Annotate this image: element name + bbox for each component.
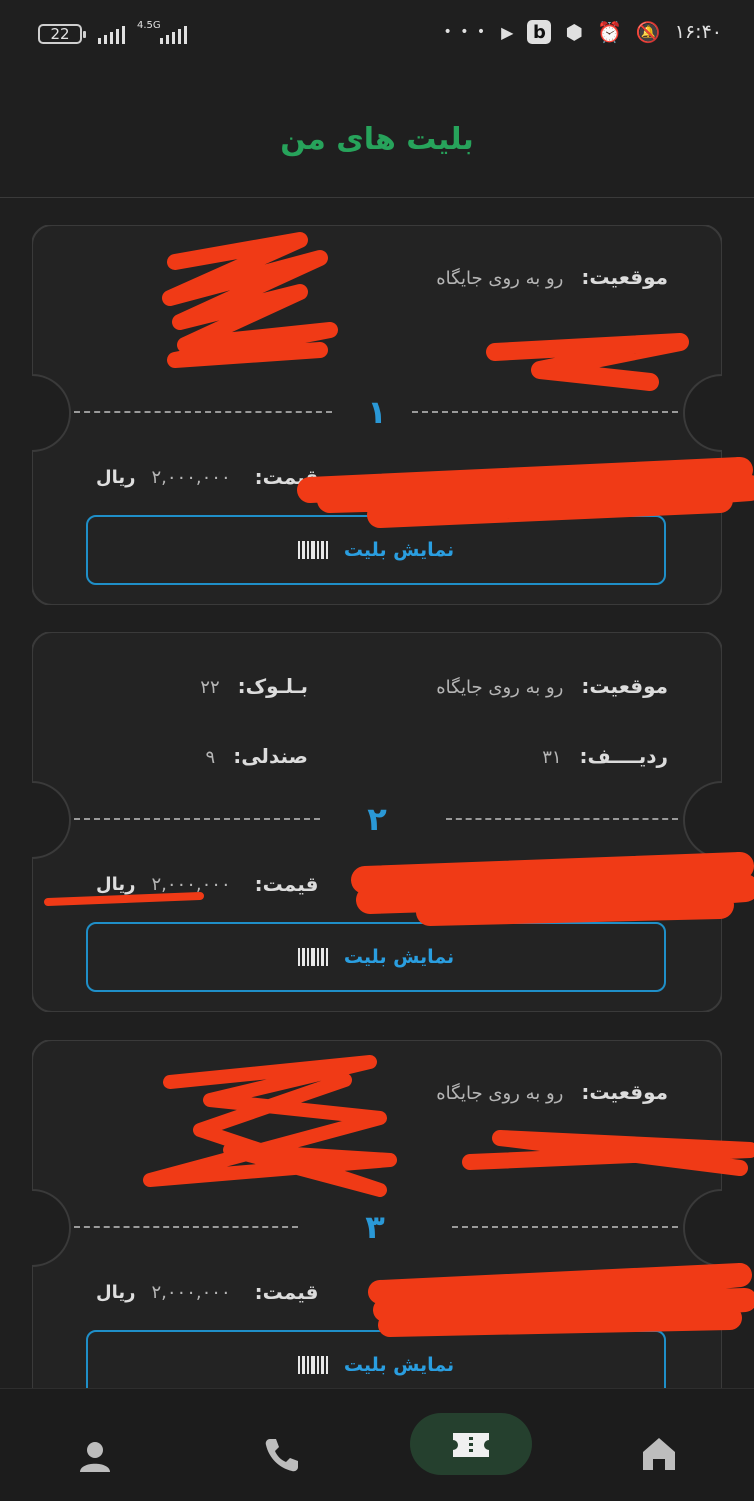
price-row: قیمت: ۲,۰۰۰,۰۰۰ ریال [96, 1280, 318, 1304]
location-row: موقعیت: رو به روی جایگاه [436, 265, 668, 289]
location-row: موقعیت: رو به روی جایگاه [436, 674, 668, 698]
home-icon[interactable] [640, 1435, 678, 1473]
price-row: قیمت: ۲,۰۰۰,۰۰۰ ریال [96, 465, 318, 489]
overflow-dots-icon: • • • [443, 24, 488, 40]
alarm-icon: ⏰ [596, 20, 622, 44]
divider-dashed-right [452, 1226, 678, 1228]
divider-dashed-left [74, 818, 320, 820]
block-value: ۲۲ [200, 677, 220, 698]
ticket-number: ۱ [367, 393, 387, 431]
price-value: ۲,۰۰۰,۰۰۰ [151, 466, 231, 488]
divider-dashed-right [446, 818, 678, 820]
show-ticket-label: نمایش بلیت [343, 539, 455, 561]
location-label: موقعیت: [581, 1080, 668, 1104]
page-title: بلیت های من [280, 122, 474, 157]
divider-dashed-right [412, 411, 678, 413]
seat-value: ۹ [205, 747, 216, 768]
row-label: ردیــــف: [579, 744, 668, 768]
profile-icon[interactable] [78, 1439, 112, 1473]
location-value: رو به روی جایگاه [436, 677, 564, 698]
show-ticket-label: نمایش بلیت [343, 1354, 455, 1376]
price-label: قیمت: [254, 872, 319, 896]
location-label: موقعیت: [581, 674, 668, 698]
phone-icon[interactable] [262, 1435, 302, 1475]
ticket-card-2: موقعیت: رو به روی جایگاه بـلـوک: ۲۲ ردیـــ… [32, 632, 722, 1012]
currency: ریال [96, 1281, 136, 1303]
block-label: بـلـوک: [237, 674, 308, 698]
price-row: قیمت: ۲,۰۰۰,۰۰۰ ریال [96, 872, 318, 896]
barcode-icon [297, 541, 328, 559]
show-ticket-label: نمایش بلیت [343, 946, 455, 968]
header-divider [0, 197, 754, 198]
barcode-icon [297, 948, 328, 966]
price-label: قیمت: [254, 1280, 319, 1304]
hexagon-icon: ⬢ [565, 20, 583, 44]
clock: ۱۶:۴۰ [674, 21, 722, 43]
signal-icon [98, 26, 125, 44]
seat-row: صندلی: ۹ [206, 744, 308, 768]
price-value: ۲,۰۰۰,۰۰۰ [151, 1281, 231, 1303]
location-label: موقعیت: [581, 265, 668, 289]
row-value: ۳۱ [542, 747, 562, 768]
location-row: موقعیت: رو به روی جایگاه [436, 1080, 668, 1104]
location-value: رو به روی جایگاه [436, 268, 564, 289]
divider-dashed-left [74, 411, 332, 413]
battery-icon: 22 [38, 24, 86, 44]
show-ticket-button[interactable]: نمایش بلیت [86, 922, 666, 992]
status-icons: • • • ▶ b ⬢ ⏰ 🔕 ۱۶:۴۰ [443, 20, 722, 44]
signal-icon-2 [160, 26, 187, 44]
notifications-off-icon: 🔕 [635, 20, 661, 44]
show-ticket-button[interactable]: نمایش بلیت [86, 515, 666, 585]
battery-level: 22 [50, 25, 70, 43]
price-value: ۲,۰۰۰,۰۰۰ [151, 873, 231, 895]
currency: ریال [96, 466, 136, 488]
currency: ریال [96, 873, 136, 895]
b-app-icon: b [527, 20, 552, 44]
seat-label: صندلی: [233, 744, 308, 768]
barcode-icon [297, 1356, 328, 1374]
network-type: 4.5G [137, 20, 161, 31]
ticket-card-1: موقعیت: رو به روی جایگاه ۱ قیمت: ۲,۰۰۰,۰۰… [32, 225, 722, 605]
price-label: قیمت: [254, 465, 319, 489]
bottom-navigation [0, 1388, 754, 1501]
divider-dashed-left [74, 1226, 298, 1228]
ticket-card-3: موقعیت: رو به روی جایگاه ۳ قیمت: ۲,۰۰۰,۰۰… [32, 1040, 722, 1420]
ticket-icon[interactable] [451, 1429, 491, 1461]
block-row: بـلـوک: ۲۲ [200, 674, 308, 698]
ticket-number: ۳ [365, 1208, 385, 1246]
location-value: رو به روی جایگاه [436, 1083, 564, 1104]
ticket-number: ۲ [367, 800, 387, 838]
play-icon: ▶ [501, 22, 514, 42]
row-row: ردیــــف: ۳۱ [542, 744, 668, 768]
status-bar: 22 4.5G • • • ▶ b ⬢ ⏰ 🔕 ۱۶:۴۰ [0, 0, 754, 70]
